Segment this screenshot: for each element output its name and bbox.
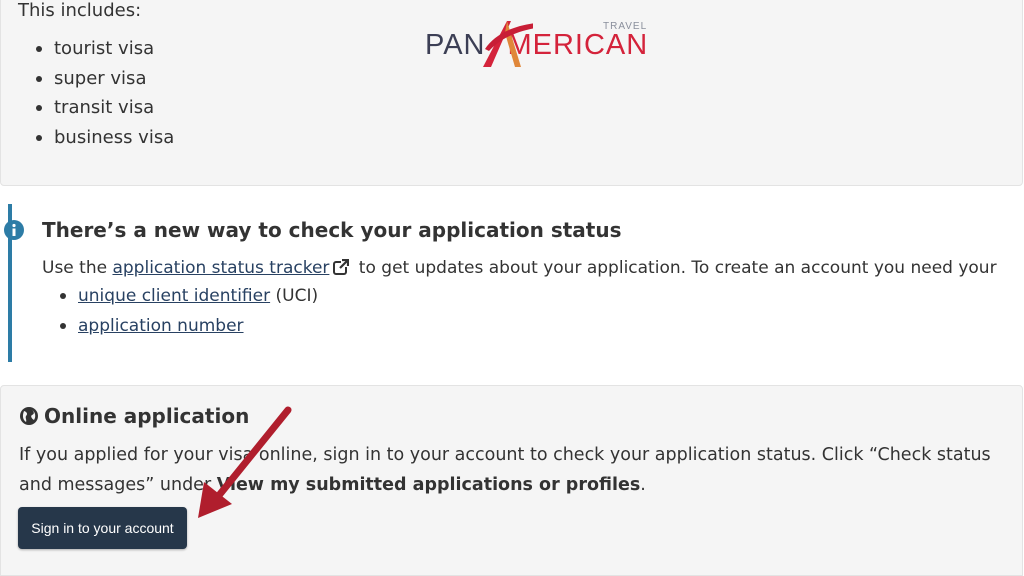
sign-in-button[interactable]: Sign in to your account: [18, 507, 187, 549]
unique-client-identifier-link[interactable]: unique client identifier: [78, 286, 270, 306]
panamerican-travel-logo: TRAVEL PAN MERICAN: [425, 13, 651, 71]
status-tracker-alert: There’s a new way to check your applicat…: [4, 204, 1022, 362]
list-item: transit visa: [35, 96, 174, 126]
annotation-arrow-icon: [198, 406, 292, 518]
list-item: super visa: [35, 67, 174, 97]
list-item: application number: [59, 314, 318, 344]
visa-type-list: tourist visa super visa transit visa bus…: [35, 37, 174, 156]
alert-text: Use the application status tracker to ge…: [42, 258, 997, 278]
application-status-tracker-link[interactable]: application status tracker: [112, 258, 329, 278]
list-item: tourist visa: [35, 37, 174, 67]
visa-types-panel: This includes: tourist visa super visa t…: [0, 0, 1023, 186]
info-circle-icon: [4, 220, 24, 240]
alert-heading: There’s a new way to check your applicat…: [42, 218, 622, 242]
logo-pan-text: PAN: [425, 29, 486, 61]
required-items-list: unique client identifier (UCI) applicati…: [59, 284, 318, 344]
logo-a-swoosh-icon: [483, 21, 533, 67]
visa-intro-text: This includes:: [18, 0, 142, 21]
list-item: business visa: [35, 126, 174, 156]
globe-icon: [20, 407, 38, 425]
list-item: unique client identifier (UCI): [59, 284, 318, 314]
online-application-text: If you applied for your visa online, sig…: [19, 445, 991, 495]
external-link-icon: [333, 259, 350, 275]
application-number-link[interactable]: application number: [78, 316, 244, 336]
